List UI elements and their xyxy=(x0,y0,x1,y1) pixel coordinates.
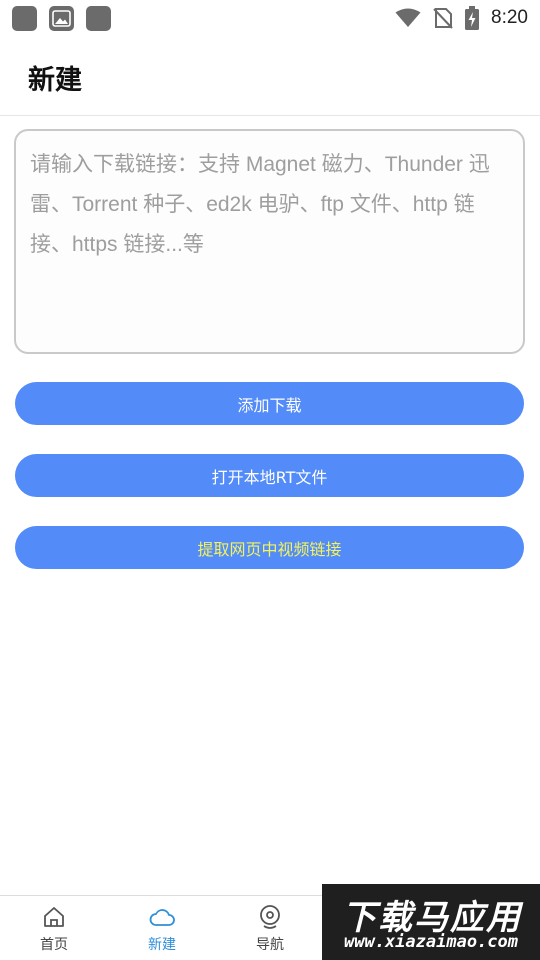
battery-charging-icon xyxy=(465,6,480,30)
extract-video-links-button[interactable]: 提取网页中视频链接 xyxy=(15,526,524,569)
cloud-icon xyxy=(149,909,175,926)
app-notification-icon xyxy=(12,5,37,31)
status-right-icons: 8:20 xyxy=(395,6,528,30)
no-sim-icon xyxy=(433,8,453,29)
nav-item-new[interactable]: 新建 xyxy=(117,904,207,956)
image-notification-icon xyxy=(49,5,74,31)
page-title: 新建 xyxy=(28,65,82,96)
clock-time: 8:20 xyxy=(491,7,528,28)
app-screen: 8:20 新建 添加下载 打开本地RT文件 提取网页中视频链接 首页 新建 xyxy=(0,0,540,960)
nav-item-home[interactable]: 首页 xyxy=(9,904,99,956)
compass-icon xyxy=(260,905,280,929)
nav-label-guide: 导航 xyxy=(256,937,284,953)
title-bar: 新建 xyxy=(0,36,540,116)
open-local-rt-file-button[interactable]: 打开本地RT文件 xyxy=(15,454,524,497)
status-bar: 8:20 xyxy=(0,0,540,36)
status-left-icons xyxy=(12,5,111,31)
wifi-icon xyxy=(395,8,421,27)
nav-label-new: 新建 xyxy=(148,937,176,953)
image-glyph xyxy=(52,9,71,27)
nav-label-home: 首页 xyxy=(40,937,68,953)
download-link-input[interactable] xyxy=(14,129,525,354)
app-notification-icon xyxy=(86,5,111,31)
watermark-logo: 下载马应用 www.xiazaimao.com xyxy=(322,884,540,960)
add-download-button[interactable]: 添加下载 xyxy=(15,382,524,425)
nav-item-guide[interactable]: 导航 xyxy=(225,904,315,956)
watermark-url: www.xiazaimao.com xyxy=(344,932,518,952)
home-icon xyxy=(44,907,64,927)
